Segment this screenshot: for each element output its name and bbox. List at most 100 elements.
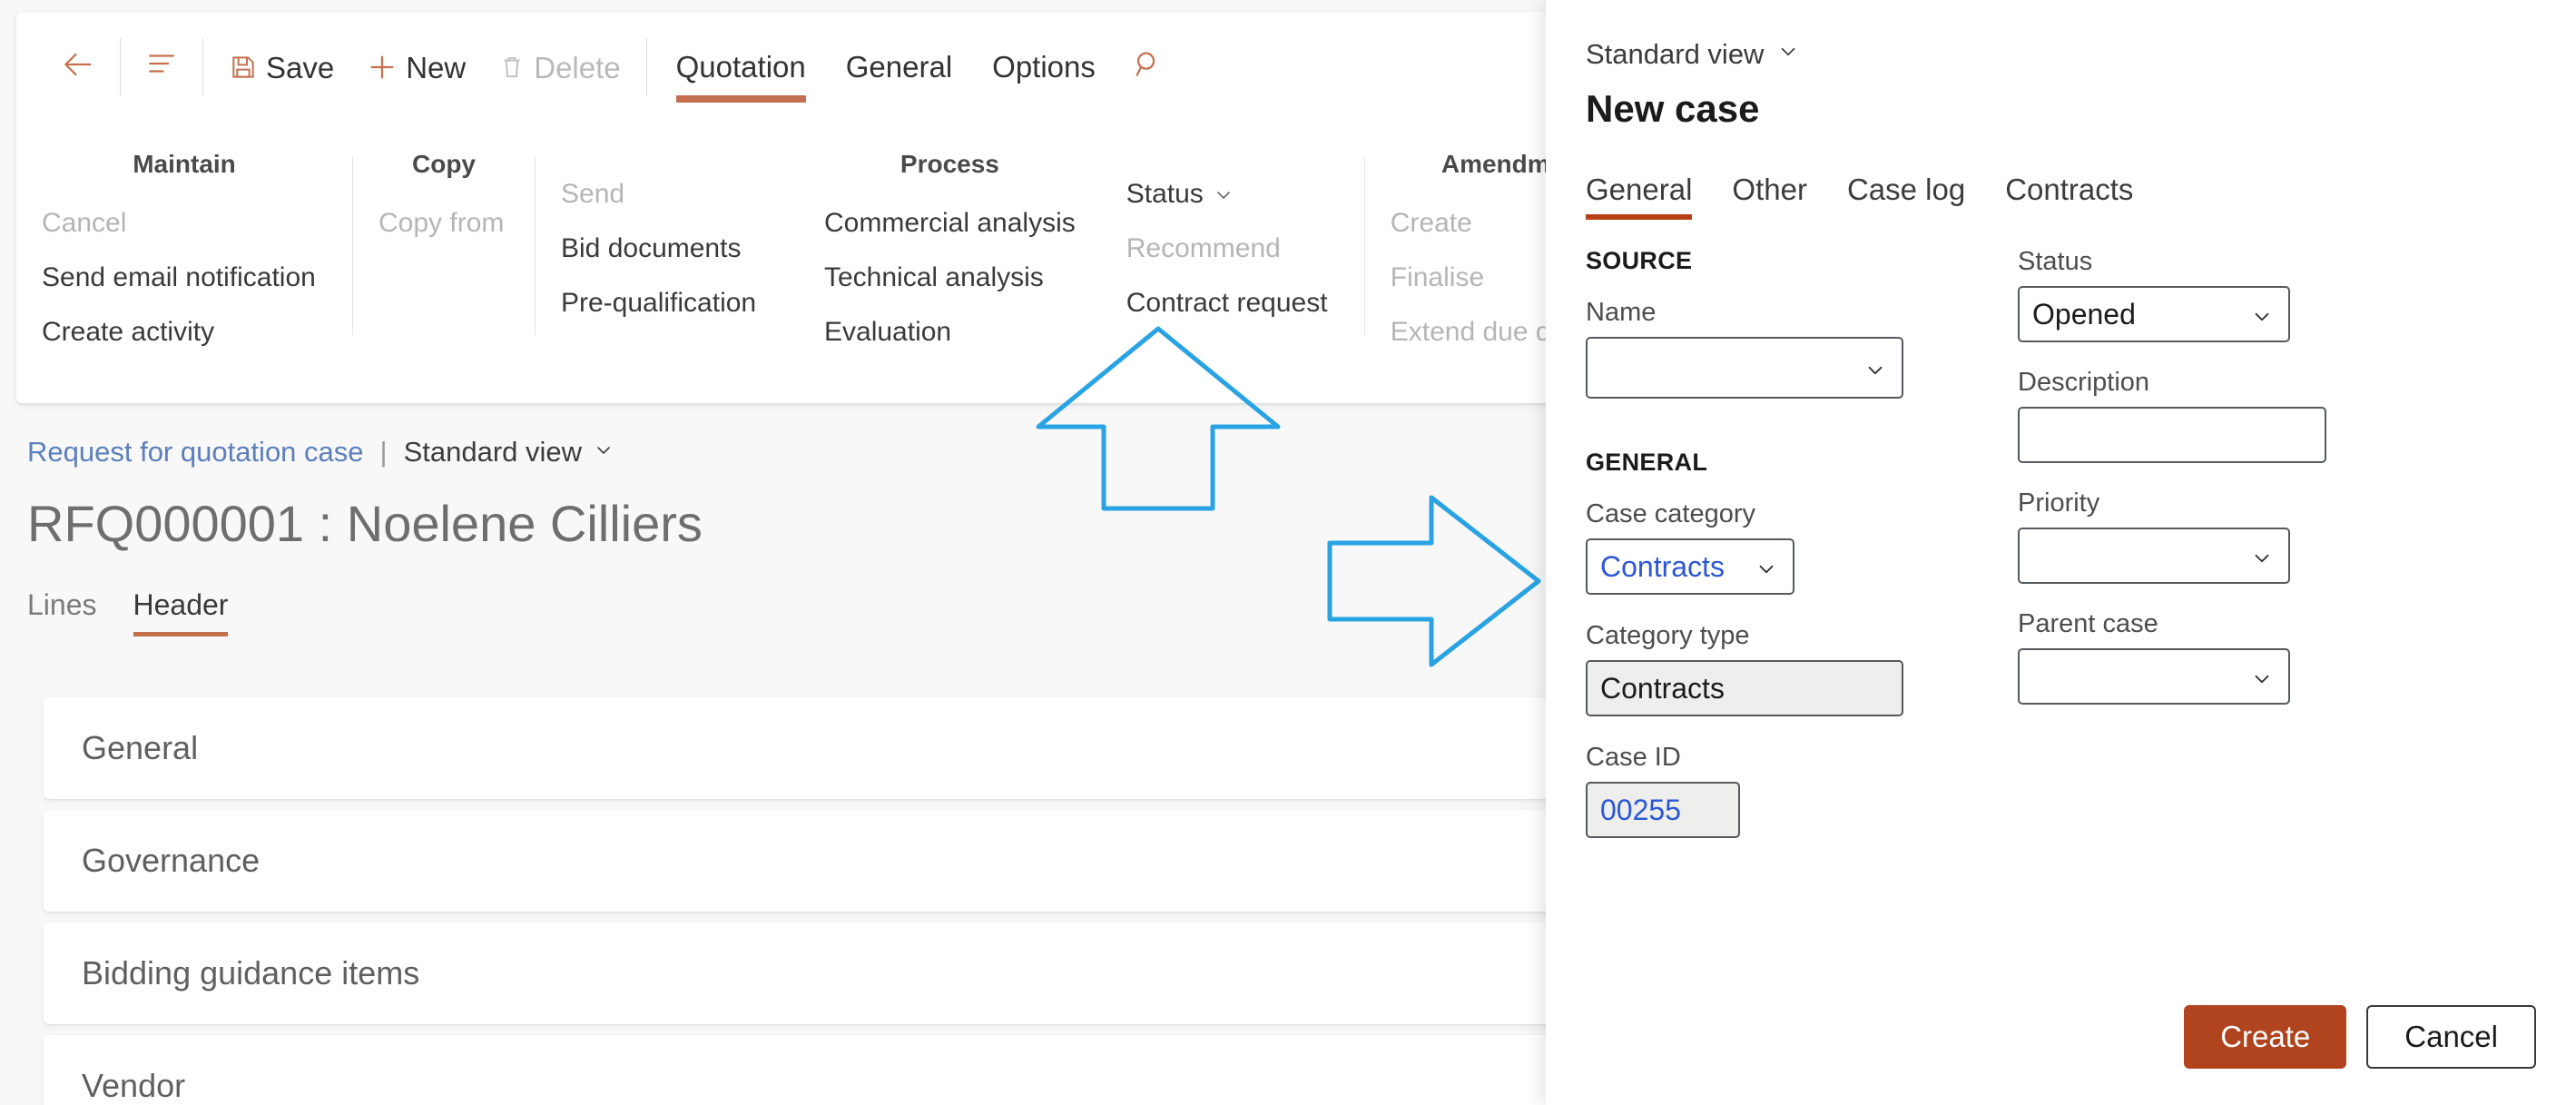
panel-tab-contracts[interactable]: Contracts <box>2005 173 2133 220</box>
section-general-label: General <box>82 729 199 766</box>
field-status-input[interactable]: Opened <box>2018 286 2290 342</box>
panel-view-selector-label: Standard view <box>1586 38 1765 70</box>
new-label: New <box>406 50 467 84</box>
ribbon-item-evaluation[interactable]: Evaluation <box>824 319 1076 346</box>
create-button[interactable]: Create <box>2184 1005 2347 1069</box>
breadcrumb: Request for quotation case | Standard vi… <box>27 436 703 469</box>
panel-tabs: General Other Case log Contracts <box>1586 173 2133 220</box>
back-button[interactable] <box>44 12 111 123</box>
breadcrumb-link[interactable]: Request for quotation case <box>27 436 364 469</box>
subtab-lines[interactable]: Lines <box>27 588 97 636</box>
right-arrow-annotation <box>1327 495 1541 667</box>
ribbon-item-finalise-label: Finalise <box>1390 262 1485 292</box>
section-vendor-label: Vendor <box>82 1067 186 1104</box>
ribbon-item-copy-from-label: Copy from <box>379 208 505 238</box>
chevron-down-icon-priority[interactable] <box>2250 544 2274 567</box>
section-vendor[interactable]: Vendor <box>44 1035 1546 1105</box>
tab-general[interactable]: General <box>826 12 972 123</box>
chevron-down-icon-view <box>593 436 615 469</box>
field-priority: Priority <box>2018 488 2290 584</box>
chevron-down-icon-panel <box>1776 38 1800 71</box>
field-category-type-value: Contracts <box>1600 671 1725 705</box>
ribbon-item-cancel-label: Cancel <box>42 208 127 238</box>
field-priority-input[interactable] <box>2018 528 2290 584</box>
field-description-label: Description <box>2018 368 2150 397</box>
field-name-input[interactable] <box>1586 337 1903 399</box>
ribbon-item-technical-analysis-label: Technical analysis <box>824 262 1044 292</box>
ribbon-item-pre-qualification[interactable]: Pre-qualification <box>561 290 773 317</box>
panel-tab-case-log-label: Case log <box>1846 173 1966 206</box>
panel-title: New case <box>1586 87 1760 130</box>
ribbon-group-copy: Copy Copy from <box>353 150 535 264</box>
save-label: Save <box>266 50 335 84</box>
ribbon-group-process-title: Process <box>900 150 999 178</box>
ribbon-item-status[interactable]: Status <box>1126 181 1339 208</box>
form-group-general: GENERAL <box>1586 449 1903 477</box>
section-bidding-guidance-items-label: Bidding guidance items <box>82 954 420 992</box>
field-status-value: Opened <box>2032 297 2136 331</box>
ribbon-item-commercial-analysis[interactable]: Commercial analysis <box>824 210 1076 237</box>
ribbon-item-finalise: Finalise <box>1391 264 1546 291</box>
panel-tab-other-label: Other <box>1732 173 1807 206</box>
section-list: General Governance Bidding guidance item… <box>44 697 1546 1105</box>
tab-options[interactable]: Options <box>972 12 1116 123</box>
command-bar-divider-3 <box>645 38 647 96</box>
ribbon-item-cancel: Cancel <box>42 210 327 237</box>
field-case-category-label: Case category <box>1586 499 1755 528</box>
field-case-id-input: 00255 <box>1586 782 1740 838</box>
ribbon-item-send-email-notification[interactable]: Send email notification <box>42 264 327 291</box>
field-parent-case: Parent case <box>2018 609 2290 705</box>
ribbon-groups: Maintain Cancel Send email notification … <box>16 123 1546 403</box>
search-button[interactable] <box>1116 12 1179 123</box>
field-case-category-input[interactable]: Contracts <box>1586 538 1794 595</box>
cancel-button[interactable]: Cancel <box>2366 1005 2536 1069</box>
chevron-down-icon-name[interactable] <box>1863 356 1887 380</box>
show-list-button[interactable] <box>130 12 193 123</box>
ribbon-item-create: Create <box>1391 210 1546 237</box>
page-subtabs: Lines Header <box>27 588 228 636</box>
panel-tab-case-log[interactable]: Case log <box>1847 173 1965 220</box>
field-case-category-value: Contracts <box>1600 549 1725 583</box>
section-governance[interactable]: Governance <box>44 810 1546 912</box>
ribbon-item-contract-request-label: Contract request <box>1126 288 1328 318</box>
page-title: RFQ000001 : Noelene Cilliers <box>27 495 703 552</box>
field-category-type-input: Contracts <box>1586 660 1903 716</box>
ribbon-item-recommend-label: Recommend <box>1126 233 1281 263</box>
chevron-down-icon-case-category[interactable] <box>1755 555 1778 578</box>
chevron-down-icon-status[interactable] <box>2250 302 2274 326</box>
save-button[interactable]: Save <box>212 12 350 123</box>
ribbon-item-contract-request[interactable]: Contract request <box>1126 290 1339 317</box>
tab-quotation[interactable]: Quotation <box>656 12 826 123</box>
ribbon-group-amendment: Amendment Create Finalise Extend due dat… <box>1365 150 1546 373</box>
ribbon-item-technical-analysis[interactable]: Technical analysis <box>824 264 1076 291</box>
back-arrow-icon <box>60 47 94 88</box>
new-button[interactable]: New <box>350 12 482 123</box>
field-parent-case-input[interactable] <box>2018 648 2290 705</box>
breadcrumb-separator: | <box>379 436 388 468</box>
search-icon <box>1132 48 1163 86</box>
chevron-down-icon-parent-case[interactable] <box>2250 665 2274 688</box>
subtab-header-label: Header <box>133 588 229 621</box>
section-general[interactable]: General <box>44 697 1546 799</box>
subtab-header[interactable]: Header <box>133 588 229 636</box>
field-status-label: Status <box>2018 247 2093 276</box>
ribbon-item-pre-qualification-label: Pre-qualification <box>561 288 757 318</box>
panel-tab-other[interactable]: Other <box>1732 173 1807 220</box>
breadcrumb-view-selector[interactable]: Standard view <box>404 436 615 469</box>
command-bar: Save New Delete Quotation General Option… <box>16 12 1546 123</box>
command-bar-divider <box>120 38 121 96</box>
section-bidding-guidance-items[interactable]: Bidding guidance items <box>44 922 1546 1024</box>
main-content-region: Save New Delete Quotation General Option… <box>0 0 1546 1105</box>
panel-tab-general[interactable]: General <box>1586 173 1693 220</box>
field-priority-label: Priority <box>2018 488 2100 518</box>
ribbon-item-extend-due-date-label: Extend due date <box>1390 317 1546 347</box>
field-status: Status Opened <box>2018 247 2290 342</box>
ribbon-group-maintain-title: Maintain <box>133 150 236 178</box>
panel-view-selector[interactable]: Standard view <box>1586 38 1800 71</box>
field-description-input[interactable] <box>2018 407 2326 463</box>
ribbon-item-send-label: Send <box>561 179 625 209</box>
ribbon-item-create-activity[interactable]: Create activity <box>42 319 327 346</box>
ribbon-item-bid-documents[interactable]: Bid documents <box>561 235 773 262</box>
panel-tab-contracts-label: Contracts <box>2005 173 2134 206</box>
field-name: Name <box>1586 298 1903 399</box>
